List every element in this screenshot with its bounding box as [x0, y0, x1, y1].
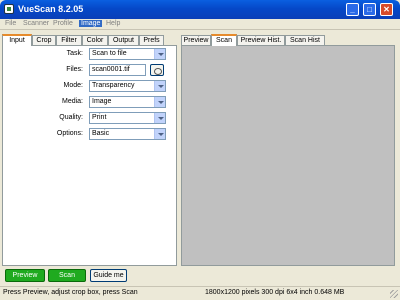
menu-file[interactable]: File	[3, 20, 18, 27]
browse-files-button[interactable]	[150, 64, 164, 76]
status-bar: Press Preview, adjust crop box, press Sc…	[0, 286, 400, 300]
files-value: scan0001.tif	[92, 66, 130, 73]
chevron-down-icon	[154, 113, 165, 123]
media-label: Media:	[61, 98, 83, 105]
close-button[interactable]: ✕	[380, 3, 393, 16]
scan-preview-area[interactable]	[181, 45, 395, 266]
settings-panel: Input Crop Filter Color Output Prefs Tas…	[2, 34, 177, 266]
chevron-down-icon	[154, 81, 165, 91]
task-value: Scan to file	[92, 50, 127, 57]
tab-preview-hist[interactable]: Preview Hist.	[237, 35, 285, 45]
tab-scan-hist[interactable]: Scan Hist	[285, 35, 325, 45]
menu-profile[interactable]: Profile	[51, 20, 75, 27]
tab-output[interactable]: Output	[108, 35, 139, 45]
app-icon	[4, 4, 14, 14]
options-select[interactable]: Basic	[89, 128, 166, 140]
input-tab-content: Task: Scan to file Files: scan0001.tif M…	[2, 45, 177, 266]
chevron-down-icon	[154, 129, 165, 139]
resize-grip-icon[interactable]	[390, 290, 398, 298]
mode-label: Mode:	[63, 82, 83, 89]
quality-select[interactable]: Print	[89, 112, 166, 124]
minimize-button[interactable]: _	[346, 3, 359, 16]
tab-prefs[interactable]: Prefs	[139, 35, 164, 45]
maximize-button[interactable]: □	[363, 3, 376, 16]
task-select[interactable]: Scan to file	[89, 48, 166, 60]
files-input[interactable]: scan0001.tif	[89, 64, 146, 76]
status-message: Press Preview, adjust crop box, press Sc…	[3, 289, 138, 296]
scan-button[interactable]: Scan	[48, 269, 86, 282]
quality-value: Print	[92, 114, 107, 121]
tab-input[interactable]: Input	[2, 34, 32, 46]
media-value: Image	[92, 98, 112, 105]
tab-filter[interactable]: Filter	[56, 35, 82, 45]
options-value: Basic	[92, 130, 110, 137]
tab-preview[interactable]: Preview	[181, 35, 211, 45]
status-scan-info: 1800x1200 pixels 300 dpi 6x4 inch 0.648 …	[205, 289, 345, 296]
quality-label: Quality:	[59, 114, 83, 121]
window-title: VueScan 8.2.05	[18, 4, 84, 14]
preview-panel: Preview Scan Preview Hist. Scan Hist	[181, 34, 396, 266]
tab-scan[interactable]: Scan	[211, 34, 237, 46]
files-label: Files:	[66, 66, 83, 73]
options-label: Options:	[56, 130, 83, 137]
tab-crop[interactable]: Crop	[32, 35, 56, 45]
menu-help[interactable]: Help	[104, 20, 122, 27]
mode-select[interactable]: Transparency	[89, 80, 166, 92]
menu-bar: File Scanner Profile Image Help	[0, 19, 400, 30]
menu-scanner[interactable]: Scanner	[21, 20, 51, 27]
tab-color[interactable]: Color	[82, 35, 108, 45]
preview-button[interactable]: Preview	[5, 269, 45, 282]
title-bar[interactable]: VueScan 8.2.05 _ □ ✕	[0, 0, 400, 19]
media-select[interactable]: Image	[89, 96, 166, 108]
guide-me-button[interactable]: Guide me	[90, 269, 127, 282]
chevron-down-icon	[154, 49, 165, 59]
mode-value: Transparency	[92, 82, 135, 89]
menu-image[interactable]: Image	[79, 20, 103, 27]
task-label: Task:	[66, 50, 83, 57]
chevron-down-icon	[154, 97, 165, 107]
